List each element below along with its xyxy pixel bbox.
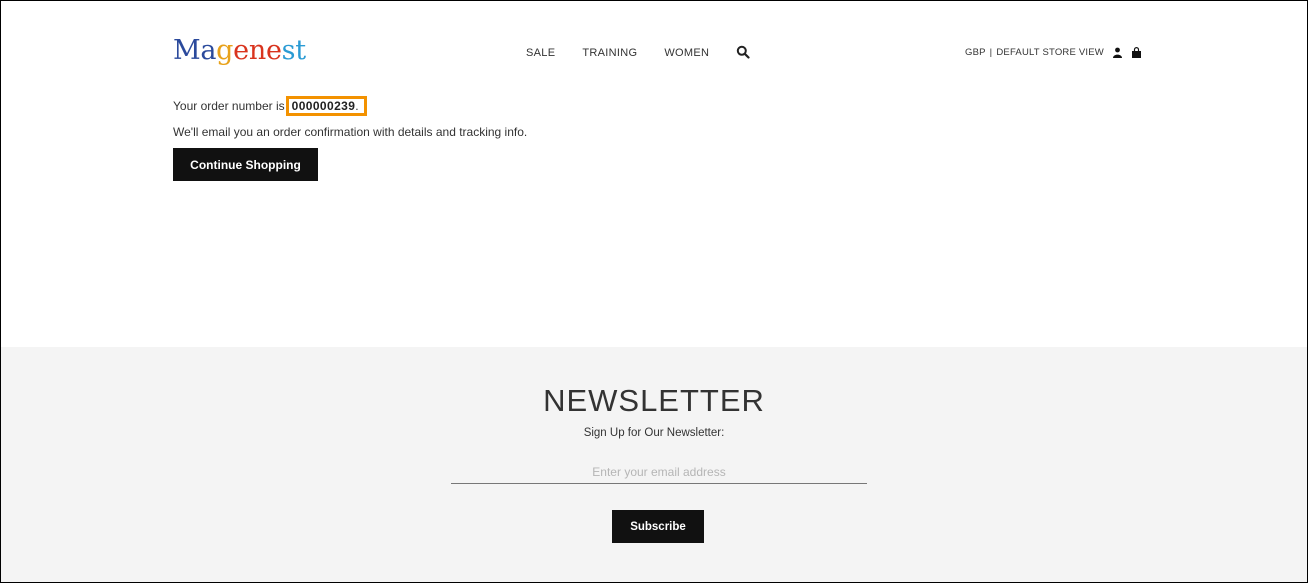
logo-letter: e [233, 35, 249, 66]
newsletter-subtitle: Sign Up for Our Newsletter: [583, 427, 725, 439]
logo-letter: t [295, 35, 306, 66]
search-icon[interactable] [736, 45, 750, 59]
nav-item-women[interactable]: WOMEN [664, 47, 709, 59]
newsletter-email-input[interactable] [451, 461, 867, 484]
order-number[interactable]: 000000239 [292, 99, 356, 113]
nav-item-sale[interactable]: SALE [526, 47, 555, 59]
order-number-suffix: . [355, 99, 359, 113]
main-nav: SALE TRAINING WOMEN [526, 45, 750, 59]
header-utilities: GBP | DEFAULT STORE VIEW [965, 47, 1142, 58]
subscribe-button[interactable]: Subscribe [612, 510, 704, 543]
shopping-bag-icon[interactable] [1131, 47, 1142, 58]
logo-letter: a [200, 35, 217, 66]
currency-switcher[interactable]: GBP [965, 47, 986, 58]
separator: | [989, 47, 993, 58]
continue-shopping-button[interactable]: Continue Shopping [173, 148, 318, 181]
order-number-label: Your order number is [173, 99, 285, 113]
logo-letter: g [216, 35, 234, 66]
logo-letter: M [173, 35, 201, 66]
newsletter-title: NEWSLETTER [543, 383, 765, 418]
logo-letter: e [265, 35, 282, 66]
order-number-line: Your order number is 000000239 . [173, 96, 367, 116]
nav-item-training[interactable]: TRAINING [582, 47, 637, 59]
page-frame: Magenest SALE TRAINING WOMEN GBP | DEFAU… [0, 0, 1308, 583]
logo-letter: n [248, 35, 266, 66]
confirmation-message: We'll email you an order confirmation wi… [173, 125, 528, 139]
newsletter-section: NEWSLETTER Sign Up for Our Newsletter: S… [1, 347, 1307, 582]
user-icon[interactable] [1112, 47, 1123, 58]
logo-letter: s [281, 35, 296, 66]
order-number-highlight: 000000239 . [285, 96, 367, 116]
magenest-logo[interactable]: Magenest [173, 31, 306, 71]
store-view-switcher[interactable]: DEFAULT STORE VIEW [996, 47, 1104, 58]
